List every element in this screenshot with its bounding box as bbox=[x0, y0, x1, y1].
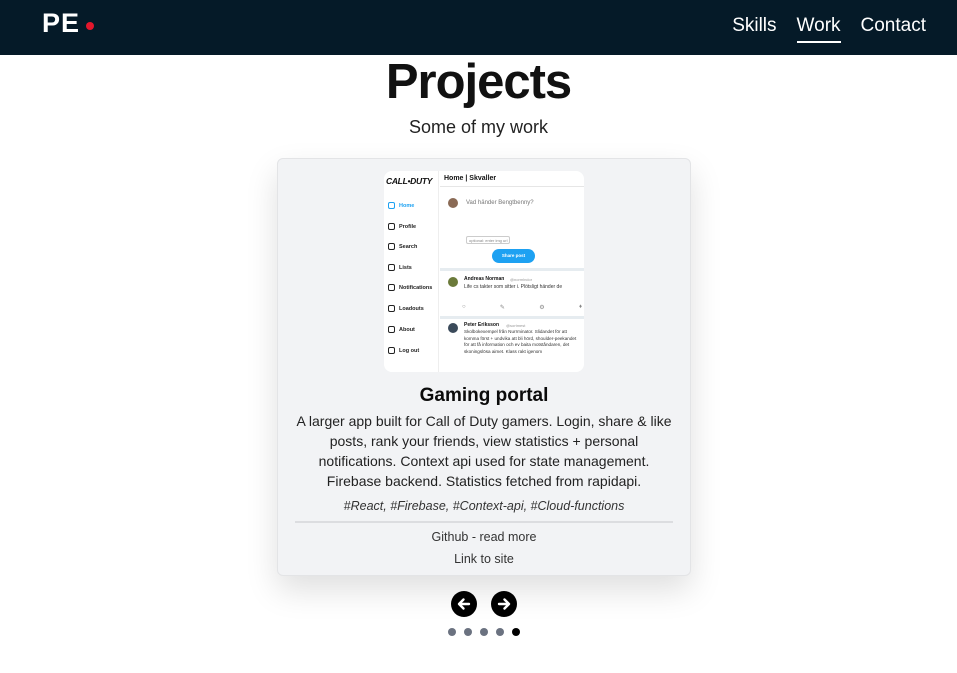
screenshot-nav-about: About bbox=[388, 326, 415, 333]
search-icon bbox=[388, 243, 395, 250]
nav-link-contact[interactable]: Contact bbox=[861, 15, 926, 43]
list-icon bbox=[388, 264, 395, 271]
screenshot-post-handle: @sortmest bbox=[506, 323, 526, 328]
screenshot-sidebar: CALL•DUTY Home Profile Search Lists Noti… bbox=[384, 171, 439, 372]
screenshot-share-button: Share post bbox=[492, 249, 535, 263]
project-description: A larger app built for Call of Duty game… bbox=[296, 413, 672, 489]
carousel-dot[interactable] bbox=[496, 628, 504, 636]
edit-icon: ✎ bbox=[499, 305, 505, 311]
screenshot-input: optional: enter img url bbox=[466, 236, 510, 244]
screenshot-avatar bbox=[448, 277, 458, 287]
screenshot-post-author: Peter Eriksson bbox=[464, 322, 500, 328]
screenshot-separator bbox=[440, 316, 584, 319]
screenshot-prompt: Vad händer Bengtbenny? bbox=[466, 200, 534, 206]
page-subtitle: Some of my work bbox=[408, 117, 549, 137]
screenshot-nav-logout: Log out bbox=[388, 347, 419, 354]
screenshot-logo: CALL•DUTY bbox=[386, 176, 433, 186]
next-button[interactable] bbox=[491, 591, 517, 617]
profile-icon bbox=[388, 223, 395, 230]
arrow-left-icon bbox=[457, 598, 471, 610]
like-icon: ♦ bbox=[578, 304, 582, 310]
project-tags: #React, #Firebase, #Context-api, #Cloud-… bbox=[343, 499, 625, 513]
project-card: CALL•DUTY Home Profile Search Lists Noti… bbox=[277, 158, 691, 576]
screenshot-nav-loadouts: Loadouts bbox=[388, 305, 424, 312]
screenshot-post-text: Skolbokexempel från Nurrminator. Slidand… bbox=[464, 329, 577, 354]
screenshot-post-text: Life cs takter som sitter i. Plötsligt h… bbox=[464, 284, 563, 290]
prev-button[interactable] bbox=[451, 591, 477, 617]
screenshot-nav-search: Search bbox=[388, 243, 417, 250]
screenshot-post-author: Andreas Norman bbox=[464, 276, 505, 282]
arrow-right-icon bbox=[497, 598, 511, 610]
project-screenshot: CALL•DUTY Home Profile Search Lists Noti… bbox=[384, 171, 584, 372]
screenshot-avatar bbox=[448, 198, 458, 208]
screenshot-separator bbox=[440, 268, 584, 271]
logo[interactable]: PE bbox=[42, 8, 80, 39]
gift-icon bbox=[388, 305, 395, 312]
home-icon bbox=[388, 202, 395, 209]
info-icon bbox=[388, 326, 395, 333]
nav-links: Skills Work Contact bbox=[732, 15, 926, 43]
carousel-dot-active[interactable] bbox=[512, 628, 520, 636]
project-title: Gaming portal bbox=[419, 385, 549, 406]
screenshot-nav-notifications: Notifications bbox=[388, 284, 432, 291]
screenshot-post-actions: ○ ✎ ⚙ ♦ bbox=[462, 304, 582, 311]
nav-link-skills[interactable]: Skills bbox=[732, 15, 776, 43]
screenshot-divider bbox=[440, 186, 584, 187]
logo-dot bbox=[86, 22, 94, 30]
screenshot-nav-home: Home bbox=[388, 202, 414, 209]
carousel-dot[interactable] bbox=[480, 628, 488, 636]
screenshot-main: Home | Skvaller Vad händer Bengtbenny? o… bbox=[440, 171, 584, 372]
screenshot-nav-profile: Profile bbox=[388, 223, 416, 230]
nav-link-work[interactable]: Work bbox=[796, 15, 841, 43]
navbar: PE Skills Work Contact bbox=[0, 0, 957, 55]
settings-icon: ⚙ bbox=[539, 305, 545, 311]
logout-icon bbox=[388, 347, 395, 354]
carousel-dot[interactable] bbox=[448, 628, 456, 636]
card-divider bbox=[295, 521, 673, 523]
screenshot-nav-lists: Lists bbox=[388, 264, 412, 271]
github-link[interactable]: Github - read more bbox=[278, 530, 690, 544]
site-link[interactable]: Link to site bbox=[278, 552, 690, 566]
comment-icon: ○ bbox=[462, 304, 466, 310]
bell-icon bbox=[388, 284, 395, 291]
carousel-dot[interactable] bbox=[464, 628, 472, 636]
screenshot-header: Home | Skvaller bbox=[444, 175, 497, 182]
screenshot-avatar bbox=[448, 323, 458, 333]
screenshot-post-handle: @normlndor bbox=[510, 277, 533, 282]
page-title: Projects bbox=[385, 55, 572, 109]
carousel-dots bbox=[448, 628, 520, 636]
